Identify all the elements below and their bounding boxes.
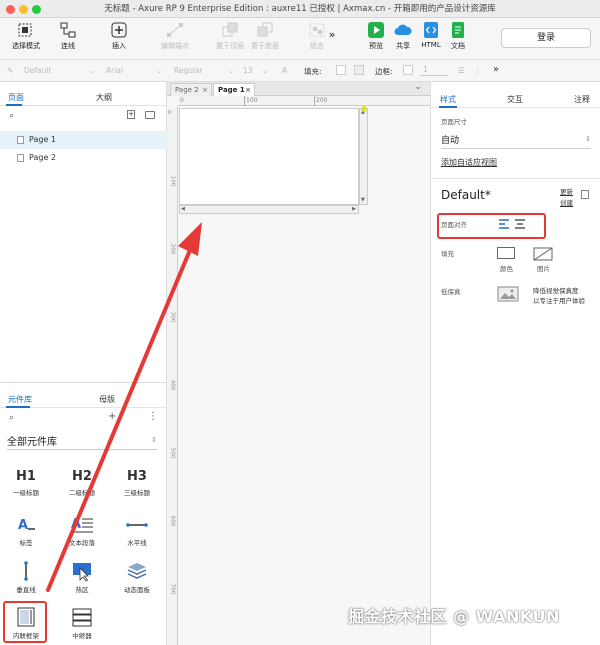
tab-notes[interactable]: 注释 xyxy=(574,94,590,105)
update-style-link[interactable]: 更新 xyxy=(560,186,573,196)
low-fidelity-label: 低保真 xyxy=(441,288,461,296)
low-fidelity-toggle-icon[interactable] xyxy=(497,286,519,302)
color-label: 颜色 xyxy=(500,265,513,273)
watermark: 掘金技术社区 @ WANKUN xyxy=(348,607,560,626)
fill-color-swatch[interactable] xyxy=(497,247,515,259)
style-manager-icon[interactable] xyxy=(581,190,589,199)
section-divider xyxy=(431,178,600,179)
inspector-tabs: 样式 交互 注释 xyxy=(431,90,600,108)
active-tab-underline xyxy=(439,106,457,108)
low-fidelity-desc-2: 以专注于用户体验 xyxy=(533,297,585,305)
page-align-annotation-box xyxy=(437,213,546,239)
page-style-name[interactable]: Default* xyxy=(441,188,491,202)
fill-label: 填充 xyxy=(441,250,454,258)
fill-image-swatch[interactable] xyxy=(533,247,553,261)
add-adaptive-view-link[interactable]: 添加自适应视图 xyxy=(441,157,497,168)
page-size-select[interactable]: 自动 ⇕ xyxy=(441,133,591,149)
right-panel: 样式 交互 注释 页面尺寸 自动 ⇕ 添加自适应视图 Default* 更新 创… xyxy=(430,82,600,645)
tab-style[interactable]: 样式 xyxy=(440,94,456,105)
page-size-label: 页面尺寸 xyxy=(441,118,467,126)
low-fidelity-desc-1: 降低视觉保真度 xyxy=(533,287,579,295)
tab-interaction[interactable]: 交互 xyxy=(507,94,523,105)
create-style-link[interactable]: 创建 xyxy=(560,197,573,207)
image-label: 图片 xyxy=(537,265,550,273)
page-size-chevron-icon: ⇕ xyxy=(585,135,591,143)
